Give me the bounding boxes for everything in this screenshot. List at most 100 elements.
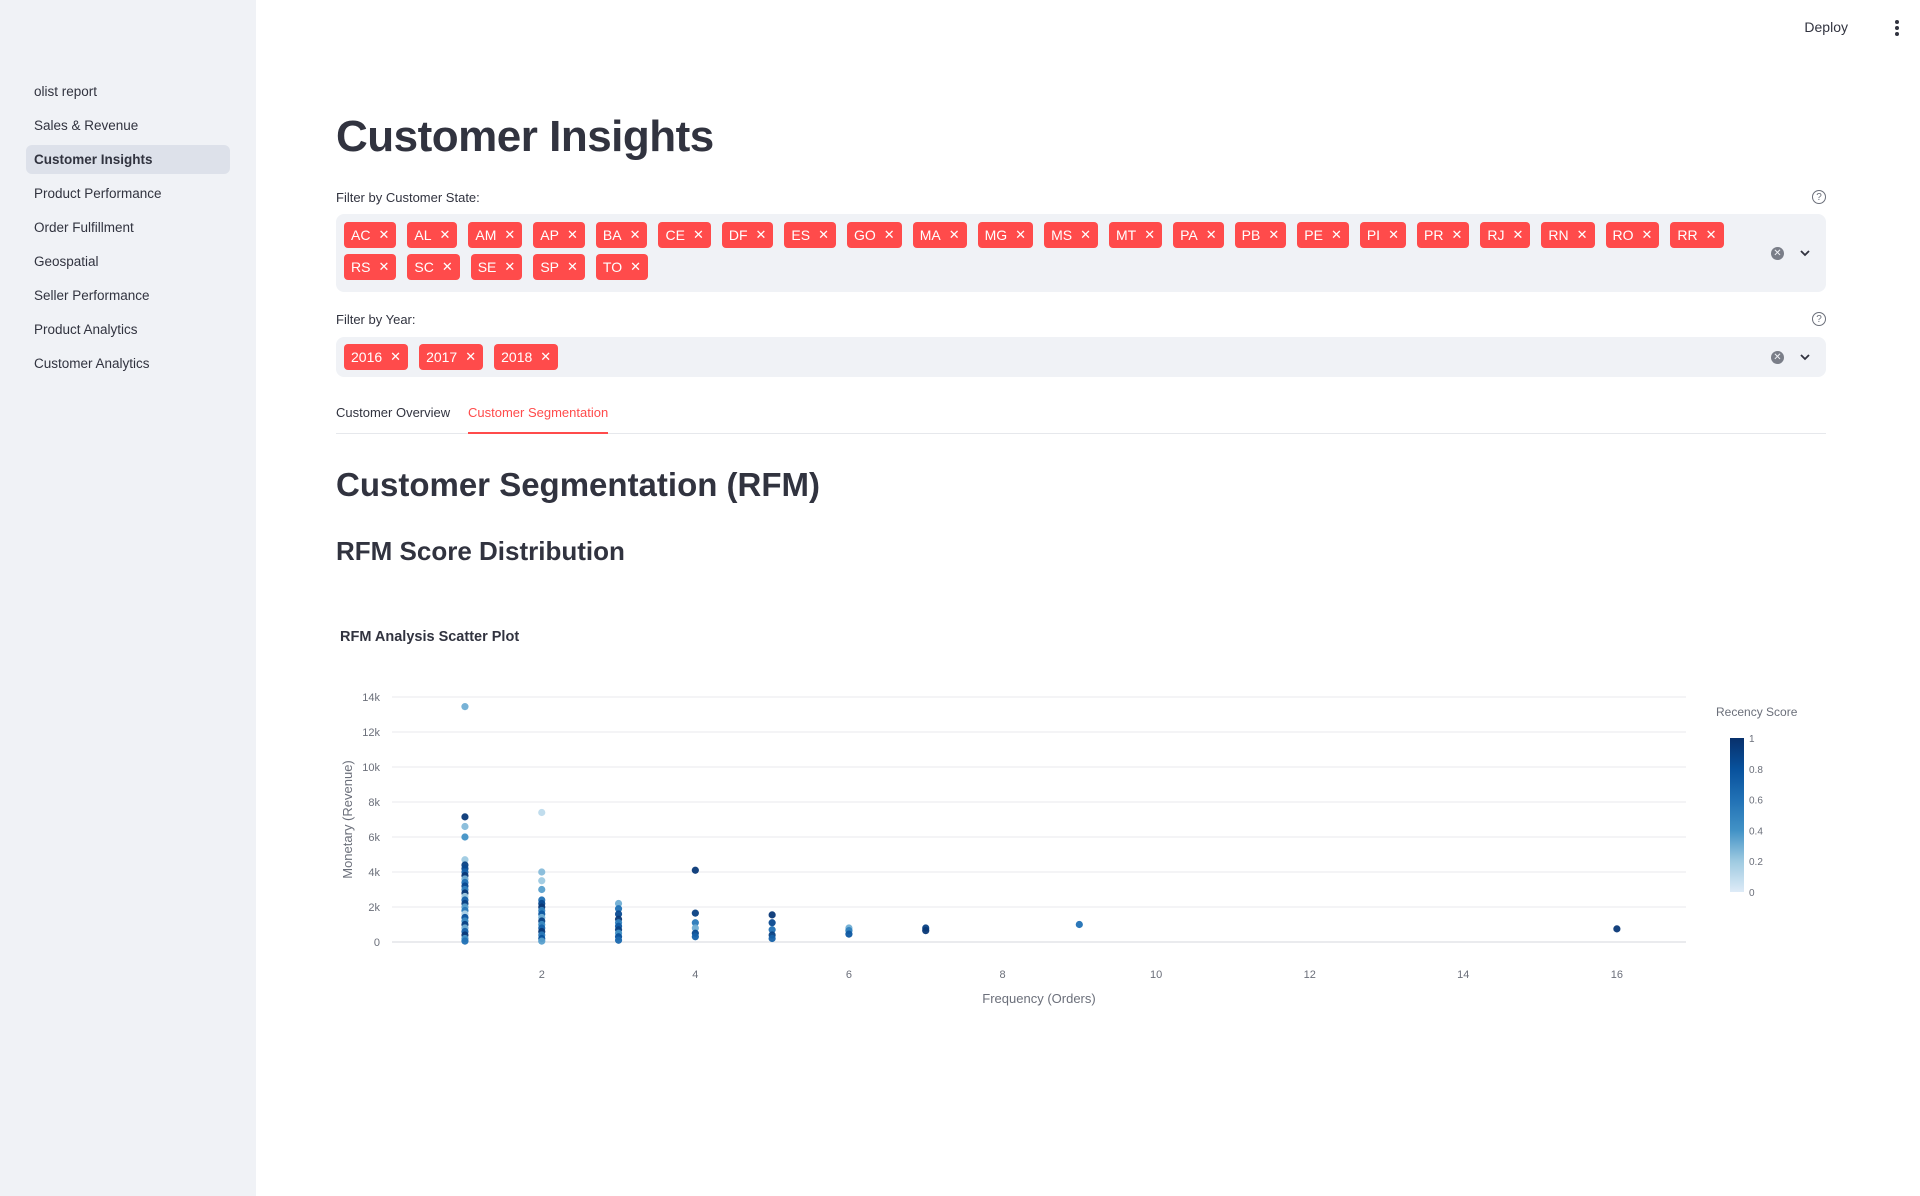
rfm-scatter-svg[interactable]: RFM Analysis Scatter Plot 0 2k 4k 6k 8k 10k 12k… [336, 615, 1826, 1035]
remove-tag-icon[interactable]: ✕ [1642, 222, 1653, 248]
remove-tag-icon[interactable]: ✕ [1015, 222, 1026, 248]
data-point[interactable] [691, 909, 699, 917]
x-tick-label: 10 [1150, 969, 1162, 981]
y-tick-label: 0 [374, 937, 380, 949]
sidebar-item-geospatial[interactable]: Geospatial [26, 247, 230, 276]
state-tag-label: MG [984, 227, 1008, 243]
state-tag: SC ✕ [407, 254, 460, 280]
remove-tag-icon[interactable]: ✕ [949, 222, 960, 248]
remove-tag-icon[interactable]: ✕ [818, 222, 829, 248]
remove-tag-icon[interactable]: ✕ [465, 344, 476, 370]
remove-tag-icon[interactable]: ✕ [1388, 222, 1399, 248]
state-tag: GO ✕ [847, 222, 902, 248]
state-tag-label: PR [1423, 227, 1444, 243]
data-point[interactable] [691, 933, 699, 941]
year-chevron-down-icon[interactable] [1798, 350, 1812, 364]
remove-tag-icon[interactable]: ✕ [1144, 222, 1155, 248]
state-tag-label: TO [602, 259, 623, 275]
remove-tag-icon[interactable]: ✕ [504, 222, 515, 248]
data-point[interactable] [461, 703, 469, 711]
remove-tag-icon[interactable]: ✕ [630, 254, 641, 280]
sidebar-item-customer-analytics[interactable]: Customer Analytics [26, 349, 230, 378]
remove-tag-icon[interactable]: ✕ [567, 222, 578, 248]
remove-tag-icon[interactable]: ✕ [567, 254, 578, 280]
data-point[interactable] [538, 868, 546, 876]
remove-tag-icon[interactable]: ✕ [1451, 222, 1462, 248]
state-tag-label: ES [791, 227, 811, 243]
tab-customer-overview[interactable]: Customer Overview [336, 405, 450, 432]
sidebar: olist report Sales & Revenue Customer Insi… [0, 0, 256, 1196]
data-point[interactable] [1075, 920, 1083, 929]
data-point[interactable] [461, 937, 469, 945]
sidebar-item-customer-insights[interactable]: Customer Insights [26, 145, 230, 174]
data-point[interactable] [691, 866, 699, 874]
state-tag: AP ✕ [533, 222, 585, 248]
remove-tag-icon[interactable]: ✕ [442, 254, 453, 280]
state-tag: AM ✕ [468, 222, 523, 248]
remove-tag-icon[interactable]: ✕ [439, 222, 450, 248]
main-menu-icon[interactable] [1894, 20, 1900, 38]
state-multiselect[interactable]: AC ✕ AL ✕ AM ✕ AP ✕ BA ✕ CE ✕ DF ✕ ES ✕ GO ✕ MA ✕ MG ✕ MS ✕ MT ✕ P… [336, 214, 1826, 292]
deploy-button[interactable]: Deploy [1804, 19, 1848, 35]
data-point[interactable] [922, 927, 930, 935]
remove-tag-icon[interactable]: ✕ [1206, 222, 1217, 248]
y-tick-label: 12k [362, 727, 380, 739]
sidebar-item-order-fulfillment[interactable]: Order Fulfillment [26, 213, 230, 242]
remove-tag-icon[interactable]: ✕ [1331, 222, 1342, 248]
x-tick-label: 14 [1457, 969, 1469, 981]
remove-tag-icon[interactable]: ✕ [756, 222, 767, 248]
remove-tag-icon[interactable]: ✕ [540, 344, 551, 370]
data-point[interactable] [768, 934, 776, 943]
state-tag: SE ✕ [470, 254, 523, 280]
remove-tag-icon[interactable]: ✕ [1512, 222, 1523, 248]
remove-tag-icon[interactable]: ✕ [693, 222, 704, 248]
remove-tag-icon[interactable]: ✕ [504, 254, 515, 280]
state-filter-help-icon[interactable]: ? [1812, 190, 1826, 204]
state-tag: MS ✕ [1044, 222, 1098, 248]
sidebar-item-seller-performance[interactable]: Seller Performance [26, 281, 230, 310]
remove-tag-icon[interactable]: ✕ [378, 222, 389, 248]
data-point[interactable] [538, 885, 546, 894]
year-tag-list: 2016 ✕ 2017 ✕ 2018 ✕ [344, 344, 1744, 370]
state-tag-label: MA [919, 227, 941, 243]
data-point[interactable] [538, 877, 546, 885]
tab-customer-segmentation[interactable]: Customer Segmentation [468, 405, 609, 434]
data-point[interactable] [1613, 925, 1621, 933]
state-chevron-down-icon[interactable] [1798, 246, 1812, 260]
data-point[interactable] [768, 911, 776, 919]
remove-tag-icon[interactable]: ✕ [1706, 222, 1717, 248]
remove-tag-icon[interactable]: ✕ [378, 254, 389, 280]
y-tick-label: 2k [368, 902, 380, 914]
sidebar-item-product-performance[interactable]: Product Performance [26, 179, 230, 208]
state-clear-icon[interactable]: ✕ [1771, 247, 1784, 260]
state-tag-label: MS [1051, 227, 1073, 243]
data-point[interactable] [461, 813, 469, 821]
remove-tag-icon[interactable]: ✕ [884, 222, 895, 248]
data-point[interactable] [768, 919, 776, 927]
remove-tag-icon[interactable]: ✕ [1268, 222, 1279, 248]
colorbar [1730, 738, 1744, 892]
data-point[interactable] [461, 822, 469, 831]
sidebar-item-olist-report[interactable]: olist report [26, 77, 230, 106]
remove-tag-icon[interactable]: ✕ [1080, 222, 1091, 248]
year-filter-help-icon[interactable]: ? [1812, 312, 1826, 326]
remove-tag-icon[interactable]: ✕ [390, 344, 401, 370]
data-point[interactable] [538, 937, 546, 945]
state-tag: TO ✕ [595, 254, 649, 280]
state-tag-label: SC [414, 259, 434, 275]
section-subheading: RFM Score Distribution [336, 536, 625, 566]
state-tag-label: RJ [1487, 227, 1505, 243]
data-point[interactable] [461, 833, 469, 841]
year-clear-icon[interactable]: ✕ [1771, 351, 1784, 364]
rfm-scatter-chart[interactable]: RFM Analysis Scatter Plot 0 2k 4k 6k 8k 10k 12k… [336, 615, 1826, 1035]
sidebar-item-sales-revenue[interactable]: Sales & Revenue [26, 111, 230, 140]
y-axis-label: Monetary (Revenue) [340, 760, 355, 879]
year-multiselect[interactable]: 2016 ✕ 2017 ✕ 2018 ✕ ✕ [336, 337, 1826, 377]
colorbar-tick-label: 1 [1749, 734, 1755, 745]
data-point[interactable] [845, 930, 853, 938]
remove-tag-icon[interactable]: ✕ [1577, 222, 1588, 248]
remove-tag-icon[interactable]: ✕ [630, 222, 641, 248]
sidebar-item-product-analytics[interactable]: Product Analytics [26, 315, 230, 344]
data-point[interactable] [538, 808, 546, 817]
data-point[interactable] [614, 936, 623, 944]
